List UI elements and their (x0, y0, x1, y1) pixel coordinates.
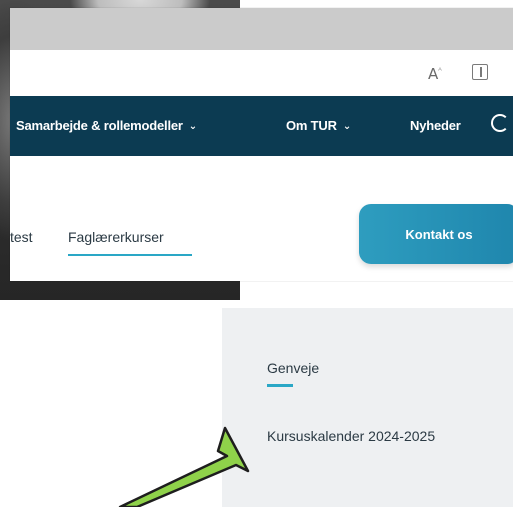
read-aloud-sup: ᴬ (438, 66, 442, 75)
nav-item-label: Nyheder (410, 118, 461, 133)
chevron-down-icon: ⌄ (188, 121, 197, 132)
shortcuts-panel: Genveje Kursuskalender 2024-2025 (222, 308, 513, 507)
nav-item-label: Samarbejde & rollemodeller (16, 118, 183, 133)
subnav-link-faglaererkurser[interactable]: Faglærerkurser (68, 229, 164, 245)
nav-item-samarbejde[interactable]: Samarbejde & rollemodeller ⌄ (16, 118, 197, 133)
shortcuts-title-underline (267, 384, 293, 387)
read-aloud-icon[interactable]: Aᴬ (428, 65, 442, 83)
subnav-link-test[interactable]: test (10, 229, 33, 245)
nav-item-nyheder[interactable]: Nyheder (410, 118, 461, 133)
main-navigation: Samarbejde & rollemodeller ⌄ Om TUR ⌄ Nyhe… (10, 96, 513, 156)
nav-item-om-tur[interactable]: Om TUR ⌄ (286, 118, 351, 133)
sub-navigation: test Faglærerkurser Kontakt os (10, 156, 513, 281)
nav-item-label: Om TUR (286, 118, 337, 133)
contact-button[interactable]: Kontakt os (359, 204, 513, 264)
active-link-underline (68, 254, 192, 256)
shortcut-link-kursuskalender[interactable]: Kursuskalender 2024-2025 (267, 428, 435, 444)
search-icon[interactable] (491, 114, 509, 132)
read-aloud-glyph: A (428, 65, 439, 83)
tab-strip (10, 8, 513, 50)
chevron-down-icon: ⌄ (342, 121, 351, 132)
shortcuts-title: Genveje (267, 360, 320, 376)
address-bar: Aᴬ (10, 50, 513, 96)
browser-window: Aᴬ Samarbejde & rollemodeller ⌄ Om TUR ⌄ N… (10, 8, 513, 281)
split-screen-icon[interactable] (472, 64, 488, 80)
